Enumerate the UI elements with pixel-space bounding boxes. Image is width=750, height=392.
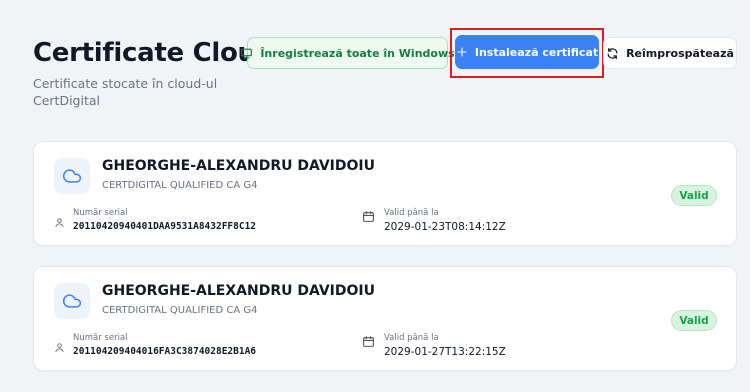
cloud-icon xyxy=(62,169,82,183)
serial-label: Număr serial xyxy=(73,208,128,218)
status-badge: Valid xyxy=(671,310,717,331)
page-subtitle: Certificate stocate în cloud-ul CertDigi… xyxy=(33,76,218,108)
register-all-windows-button[interactable]: Înregistrează toate în Windows xyxy=(241,37,455,69)
valid-until-value: 2029-01-23T08:14:12Z xyxy=(384,221,506,233)
certificate-issuer: CERTDIGITAL QUALIFIED CA G4 xyxy=(102,305,258,316)
monitor-icon xyxy=(241,48,253,58)
certificate-name: GHEORGHE-ALEXANDRU DAVIDOIU xyxy=(102,283,375,299)
valid-until-label: Valid până la xyxy=(384,333,439,343)
calendar-icon xyxy=(363,336,374,347)
refresh-label: Reîmprospătează xyxy=(626,46,734,60)
serial-label: Număr serial xyxy=(73,333,128,343)
user-icon xyxy=(55,343,64,353)
cloud-icon xyxy=(62,294,82,308)
certificate-icon-box xyxy=(54,158,90,194)
serial-value: 20110420940401DAA9531A8432FF8C12 xyxy=(73,221,257,232)
certificate-card[interactable]: GHEORGHE-ALEXANDRU DAVIDOIU CERTDIGITAL … xyxy=(33,141,737,246)
valid-until-value: 2029-01-27T13:22:15Z xyxy=(384,346,506,358)
certificate-name: GHEORGHE-ALEXANDRU DAVIDOIU xyxy=(102,158,375,174)
user-icon xyxy=(55,218,64,228)
certificate-card[interactable]: GHEORGHE-ALEXANDRU DAVIDOIU CERTDIGITAL … xyxy=(33,266,737,371)
valid-until-label: Valid până la xyxy=(384,208,439,218)
serial-value: 201104209404016FA3C3874028E2B1A6 xyxy=(73,346,257,357)
refresh-icon xyxy=(607,47,618,59)
status-badge: Valid xyxy=(671,185,717,206)
install-certificate-button[interactable]: Instalează certificat xyxy=(455,35,599,69)
refresh-button[interactable]: Reîmprospătează xyxy=(603,37,737,69)
install-certificate-label: Instalează certificat xyxy=(474,45,599,59)
certificate-issuer: CERTDIGITAL QUALIFIED CA G4 xyxy=(102,180,258,191)
register-all-windows-label: Înregistrează toate în Windows xyxy=(260,46,455,60)
plus-icon xyxy=(457,47,467,57)
calendar-icon xyxy=(363,211,374,222)
certificate-icon-box xyxy=(54,283,90,319)
page-title: Certificate Cloud xyxy=(33,38,275,68)
